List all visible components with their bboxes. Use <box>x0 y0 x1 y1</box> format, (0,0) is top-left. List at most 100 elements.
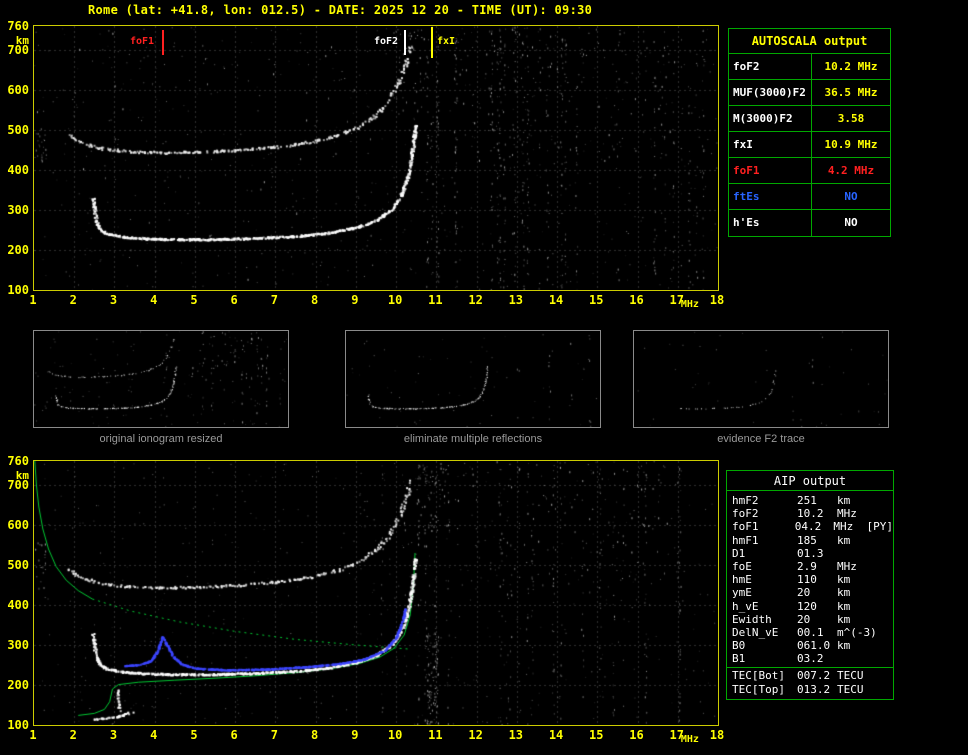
bottom-plot-x-tick: 3 <box>103 728 123 742</box>
top-plot-x-tick: 9 <box>345 293 365 307</box>
aip-row-D1: D1 01.3 <box>727 547 893 560</box>
bottom-plot-x-tick: 14 <box>546 728 566 742</box>
aip-param-name: h_vE <box>727 600 797 613</box>
param-value: 3.58 <box>811 106 890 131</box>
aip-table-header: AIP output <box>727 471 893 491</box>
top-plot-x-tick: 16 <box>627 293 647 307</box>
fxI-marker-line <box>431 27 433 58</box>
aip-output-table: AIP output hmF2 251 km foF2 10.2 MHz foF… <box>726 470 894 700</box>
table-row-fxI: fxI 10.9 MHz <box>729 132 890 158</box>
bottom-plot-y-tick: 100 <box>3 718 29 732</box>
top-plot-x-tick: 6 <box>224 293 244 307</box>
bottom-ionogram-canvas <box>34 461 718 725</box>
aip-param-unit: km <box>837 494 893 507</box>
param-label: MUF(3000)F2 <box>729 80 811 105</box>
autoscala-table-header: AUTOSCALA output <box>729 29 890 54</box>
bottom-plot-y-unit: km <box>3 469 29 482</box>
foF2-marker-line <box>404 30 406 55</box>
thumbnail-caption-original: original ionogram resized <box>33 433 289 445</box>
top-plot-x-tick: 15 <box>586 293 606 307</box>
bottom-plot-x-tick: 13 <box>506 728 526 742</box>
aip-param-name: Ewidth <box>727 613 797 626</box>
aip-param-unit: TECU <box>837 669 893 682</box>
param-value: 36.5 MHz <box>811 80 890 105</box>
aip-row-ymE: ymE 20 km <box>727 586 893 599</box>
bottom-plot-x-tick: 12 <box>466 728 486 742</box>
thumbnail-canvas-reflections <box>346 331 600 427</box>
aip-row-TEC-bot: TEC[Bot] 007.2 TECU <box>727 669 893 682</box>
aip-param-name: D1 <box>727 547 797 560</box>
aip-param-value: 013.2 <box>797 683 837 696</box>
aip-param-name: B0 <box>727 639 797 652</box>
aip-param-value: 007.2 <box>797 669 837 682</box>
param-label: foF1 <box>729 158 811 183</box>
table-row-hEs: h'Es NO <box>729 210 890 236</box>
fxI-marker-label: fxI <box>437 36 455 47</box>
aip-param-value: 2.9 <box>797 560 837 573</box>
foF2-marker-label: foF2 <box>374 36 398 47</box>
bottom-plot-x-tick: 11 <box>425 728 445 742</box>
bottom-plot-y-tick: 400 <box>3 598 29 612</box>
aip-row-B0: B0 061.0 km <box>727 639 893 652</box>
aip-param-unit: km <box>837 534 893 547</box>
bottom-plot-x-tick: 8 <box>305 728 325 742</box>
foF1-marker-label: foF1 <box>130 36 154 47</box>
top-plot-x-tick: 10 <box>385 293 405 307</box>
top-ionogram-plot: foF1 foF2 fxI <box>33 25 719 291</box>
param-label: h'Es <box>729 210 811 236</box>
thumbnail-caption-reflections: eliminate multiple reflections <box>345 433 601 445</box>
top-ionogram-canvas <box>34 26 718 290</box>
bottom-plot-x-tick: 7 <box>264 728 284 742</box>
param-value: NO <box>811 210 890 236</box>
bottom-plot-x-tick: 4 <box>144 728 164 742</box>
autoscala-window: Rome (lat: +41.8, lon: 012.5) - DATE: 20… <box>0 0 968 755</box>
aip-param-unit: TECU <box>837 683 893 696</box>
autoscala-output-table: AUTOSCALA output foF2 10.2 MHz MUF(3000)… <box>728 28 891 237</box>
aip-param-value: 10.2 <box>797 507 837 520</box>
aip-param-unit: m^(-3) <box>837 626 893 639</box>
aip-param-name: foF1 <box>727 520 795 533</box>
aip-row-TEC-top: TEC[Top] 013.2 TECU <box>727 683 893 696</box>
param-value: NO <box>811 184 890 209</box>
top-plot-y-tick: 600 <box>3 83 29 97</box>
thumbnail-multiple-reflections <box>345 330 601 428</box>
thumbnail-caption-f2trace: evidence F2 trace <box>633 433 889 445</box>
aip-row-B1: B1 03.2 <box>727 652 893 665</box>
aip-row-hmF1: hmF1 185 km <box>727 534 893 547</box>
bottom-plot-x-tick: 6 <box>224 728 244 742</box>
aip-param-unit <box>837 652 893 665</box>
aip-row-foF1: foF1 04.2 MHz [PY] <box>727 520 893 533</box>
aip-row-Ewidth: Ewidth 20 km <box>727 613 893 626</box>
thumbnail-canvas-original <box>34 331 288 427</box>
aip-param-value: 20 <box>797 613 837 626</box>
bottom-plot-x-tick: 16 <box>627 728 647 742</box>
aip-row-DelN_vE: DelN_vE 00.1 m^(-3) <box>727 626 893 639</box>
aip-row-h_vE: h_vE 120 km <box>727 600 893 613</box>
aip-param-value: 04.2 <box>795 520 834 533</box>
thumbnail-original-ionogram <box>33 330 289 428</box>
page-title: Rome (lat: +41.8, lon: 012.5) - DATE: 20… <box>88 3 592 17</box>
param-value: 10.9 MHz <box>811 132 890 157</box>
top-plot-x-tick: 18 <box>707 293 727 307</box>
param-label: fxI <box>729 132 811 157</box>
param-label: M(3000)F2 <box>729 106 811 131</box>
aip-param-value: 185 <box>797 534 837 547</box>
aip-param-value: 01.3 <box>797 547 837 560</box>
aip-param-unit: MHz [PY] <box>833 520 893 533</box>
aip-param-unit: km <box>837 613 893 626</box>
aip-param-name: foE <box>727 560 797 573</box>
aip-param-name: DelN_vE <box>727 626 797 639</box>
top-plot-x-tick: 12 <box>466 293 486 307</box>
aip-param-unit: MHz <box>837 560 893 573</box>
bottom-plot-x-tick: 9 <box>345 728 365 742</box>
bottom-plot-x-tick: 2 <box>63 728 83 742</box>
top-plot-y-unit: km <box>3 34 29 47</box>
aip-param-name: hmF2 <box>727 494 797 507</box>
bottom-plot-x-tick: 5 <box>184 728 204 742</box>
aip-param-value: 20 <box>797 586 837 599</box>
bottom-plot-y-tick: 300 <box>3 638 29 652</box>
table-row-MUF3000F2: MUF(3000)F2 36.5 MHz <box>729 80 890 106</box>
table-row-foF1: foF1 4.2 MHz <box>729 158 890 184</box>
top-plot-x-tick: 11 <box>425 293 445 307</box>
thumbnail-f2-trace <box>633 330 889 428</box>
